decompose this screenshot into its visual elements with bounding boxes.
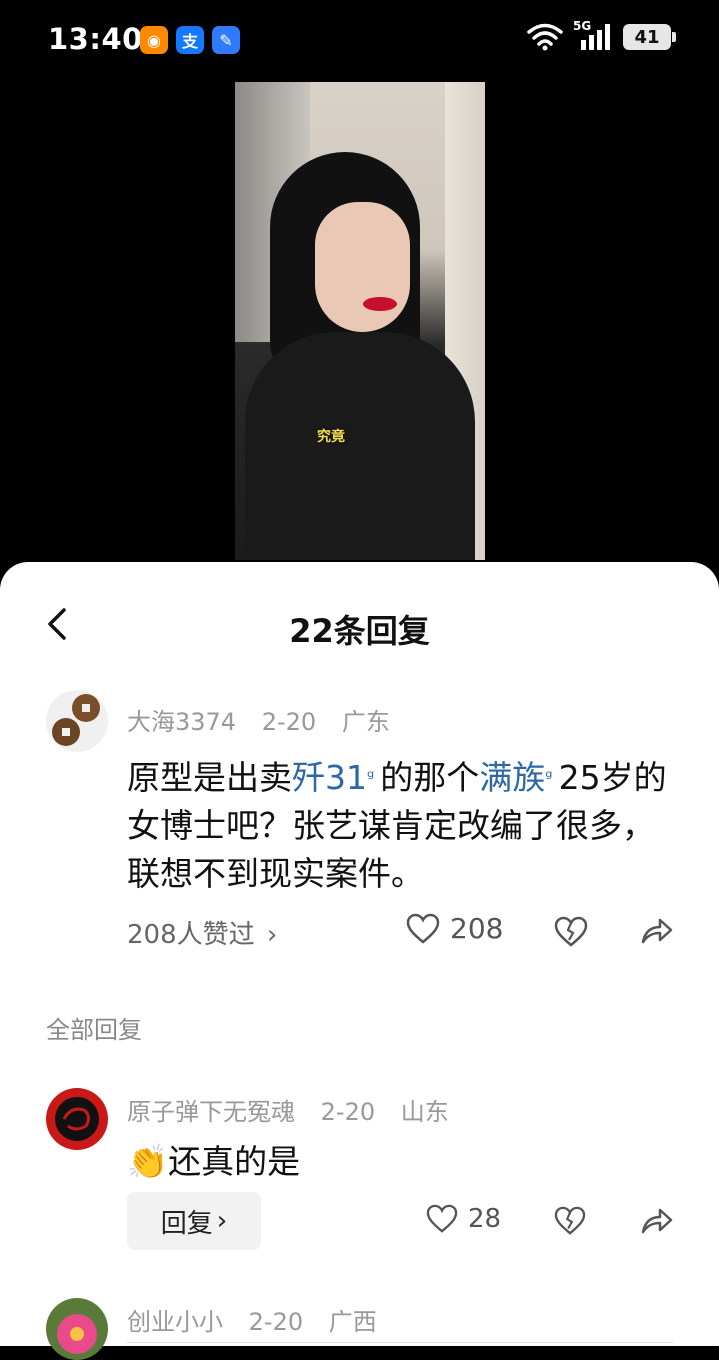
video-person-face bbox=[315, 202, 410, 332]
dragon-avatar-icon bbox=[55, 1097, 99, 1141]
replies-sheet: 22条回复 大海3374 2-20 广东 原型是出卖歼31ᵍ 的那个满族ᵍ 25岁的… bbox=[0, 562, 719, 1360]
username[interactable]: 原子弹下无冤魂 bbox=[127, 1098, 295, 1126]
clap-emoji-icon: 👏 bbox=[127, 1142, 169, 1181]
video-player[interactable]: 究竟 bbox=[235, 82, 485, 560]
notification-app-icons: ◉ 支 ✎ bbox=[140, 26, 240, 54]
search-link-icon: ᵍ bbox=[545, 767, 553, 788]
share-icon[interactable] bbox=[640, 916, 674, 946]
video-caption: 究竟 bbox=[317, 429, 345, 445]
avatar[interactable] bbox=[46, 690, 108, 752]
avatar[interactable] bbox=[46, 1088, 108, 1150]
search-link-icon: ᵍ bbox=[367, 767, 375, 788]
status-bar: 13:40 ◉ 支 ✎ 5G 41 bbox=[0, 0, 719, 80]
topic-link[interactable]: 歼31 bbox=[292, 758, 367, 797]
alipay-app-icon: 支 bbox=[176, 26, 204, 54]
like-button[interactable]: 28 bbox=[426, 1204, 501, 1234]
reply-button-label: 回复 bbox=[160, 1208, 213, 1239]
broken-heart-icon[interactable] bbox=[554, 1206, 586, 1236]
video-person-lips bbox=[363, 297, 397, 311]
chevron-right-icon: › bbox=[266, 920, 278, 950]
username[interactable]: 创业小小 bbox=[127, 1308, 223, 1336]
like-button[interactable]: 208 bbox=[406, 912, 503, 945]
reply-meta: 创业小小 2-20 广西 bbox=[127, 1302, 395, 1337]
reply-location: 山东 bbox=[400, 1098, 449, 1126]
comment-text-part: 原型是出卖 bbox=[127, 758, 292, 797]
heart-icon bbox=[426, 1204, 458, 1233]
chevron-right-icon: › bbox=[216, 1206, 228, 1236]
comment-location: 广东 bbox=[341, 708, 390, 736]
like-count: 208 bbox=[450, 912, 504, 945]
reply-content: 还真的是 bbox=[168, 1142, 301, 1181]
reply-date: 2-20 bbox=[320, 1098, 376, 1126]
reply-location: 广西 bbox=[328, 1308, 377, 1336]
divider bbox=[127, 1342, 673, 1343]
battery-indicator: 41 bbox=[623, 24, 676, 50]
like-count: 28 bbox=[468, 1204, 502, 1234]
reply-date: 2-20 bbox=[248, 1308, 304, 1336]
broken-heart-icon[interactable] bbox=[554, 916, 588, 948]
comment-meta: 大海3374 2-20 广东 bbox=[127, 702, 408, 737]
section-label: 全部回复 bbox=[46, 1016, 142, 1044]
reply-meta: 原子弹下无冤魂 2-20 山东 bbox=[127, 1092, 467, 1127]
comment-text-part: 的那个 bbox=[380, 758, 480, 797]
reply-button[interactable]: 回复 › bbox=[127, 1192, 261, 1250]
avatar[interactable] bbox=[46, 1298, 108, 1360]
heart-icon bbox=[406, 913, 440, 944]
cellular-signal-icon: 5G bbox=[573, 19, 613, 52]
share-icon[interactable] bbox=[640, 1206, 674, 1236]
likes-summary-link[interactable]: 208人赞过 › bbox=[127, 914, 277, 951]
comment-text: 原型是出卖歼31ᵍ 的那个满族ᵍ 25岁的女博士吧？张艺谋肯定改编了很多，联想不到现… bbox=[127, 754, 687, 898]
blue-app-icon: ✎ bbox=[212, 26, 240, 54]
coins-avatar-icon bbox=[52, 694, 100, 746]
username[interactable]: 大海3374 bbox=[127, 708, 236, 736]
reply-text: 👏还真的是 bbox=[127, 1135, 300, 1183]
likes-summary: 208人赞过 bbox=[127, 920, 255, 950]
flower-avatar-icon bbox=[57, 1314, 97, 1354]
video-person-body bbox=[245, 332, 475, 560]
comment-date: 2-20 bbox=[261, 708, 317, 736]
weibo-app-icon: ◉ bbox=[140, 26, 168, 54]
wifi-icon bbox=[527, 23, 563, 51]
sheet-title: 22条回复 bbox=[289, 612, 430, 650]
clock: 13:40 bbox=[48, 22, 143, 56]
topic-link[interactable]: 满族 bbox=[479, 758, 545, 797]
